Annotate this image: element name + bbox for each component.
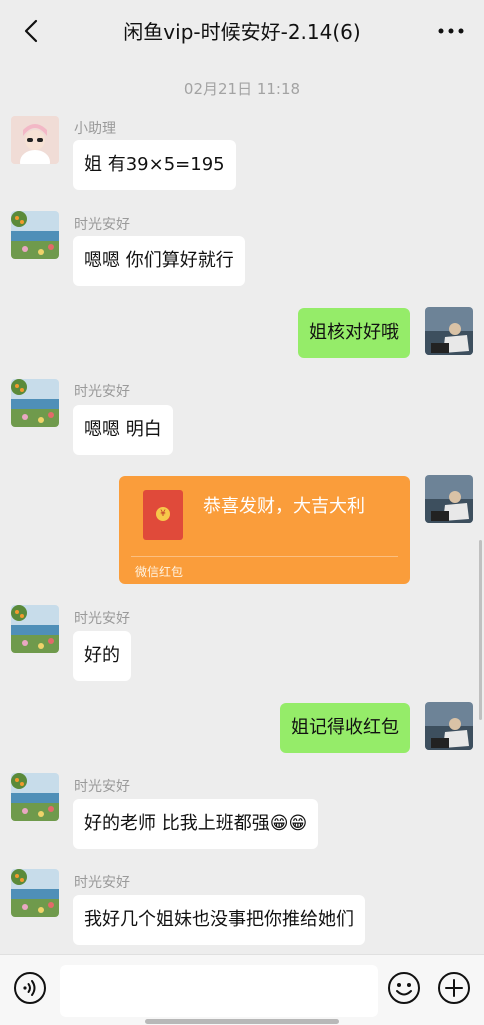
voice-button[interactable] — [13, 971, 47, 1005]
message-bubble-mine[interactable]: 姐核对好哦 — [298, 308, 410, 358]
home-indicator — [145, 1019, 339, 1024]
message-bubble[interactable]: 姐 有39×5=195 — [73, 140, 236, 190]
message-bubble-mine[interactable]: 姐记得收红包 — [280, 703, 410, 753]
envelope-seal-icon: ¥ — [156, 507, 170, 521]
sender-name: 时光安好 — [74, 384, 130, 400]
sender-name: 时光安好 — [74, 217, 130, 233]
sender-name: 时光安好 — [74, 779, 130, 795]
message-bubble[interactable]: 好的 — [73, 631, 131, 681]
sender-name: 时光安好 — [74, 611, 130, 627]
avatar-assistant[interactable] — [11, 116, 59, 164]
chevron-left-icon — [24, 19, 38, 43]
scrollbar[interactable] — [479, 540, 482, 720]
sender-name: 小助理 — [74, 121, 116, 137]
voice-icon — [14, 972, 46, 1004]
chat-title: 闲鱼vip-时候安好-2.14(6) — [123, 20, 361, 44]
red-packet-message[interactable]: ¥ 恭喜发财，大吉大利 微信红包 — [119, 476, 410, 584]
more-functions-button[interactable] — [437, 971, 471, 1005]
red-envelope-icon: ¥ — [143, 490, 183, 540]
red-packet-greeting: 恭喜发财，大吉大利 — [203, 496, 365, 517]
avatar-shiguang[interactable] — [11, 773, 59, 821]
message-bubble[interactable]: 我好几个姐妹也没事把你推给她们 — [73, 895, 365, 945]
more-button[interactable] — [434, 16, 468, 46]
plus-icon — [438, 972, 470, 1004]
avatar-shiguang[interactable] — [11, 211, 59, 259]
message-bubble[interactable]: 嗯嗯 你们算好就行 — [73, 236, 245, 286]
avatar-self[interactable] — [425, 702, 473, 750]
back-button[interactable] — [14, 14, 48, 48]
message-bubble[interactable]: 好的老师 比我上班都强😁😁 — [73, 799, 319, 849]
avatar-self[interactable] — [425, 475, 473, 523]
chat-header: 闲鱼vip-时候安好-2.14(6) — [0, 0, 484, 62]
message-bubble[interactable]: 嗯嗯 明白 — [73, 405, 173, 455]
message-input[interactable] — [60, 965, 378, 1017]
red-packet-label: 微信红包 — [135, 565, 184, 579]
emoji-icon — [388, 972, 420, 1004]
message-timestamp: 02月21日 11:18 — [183, 80, 301, 98]
emoji-button[interactable] — [387, 971, 421, 1005]
sender-name: 时光安好 — [74, 875, 130, 891]
avatar-self[interactable] — [425, 307, 473, 355]
avatar-shiguang[interactable] — [11, 605, 59, 653]
divider — [131, 556, 398, 557]
more-dots-icon — [438, 28, 464, 34]
input-bar — [0, 954, 484, 1025]
avatar-shiguang[interactable] — [11, 379, 59, 427]
avatar-shiguang[interactable] — [11, 869, 59, 917]
